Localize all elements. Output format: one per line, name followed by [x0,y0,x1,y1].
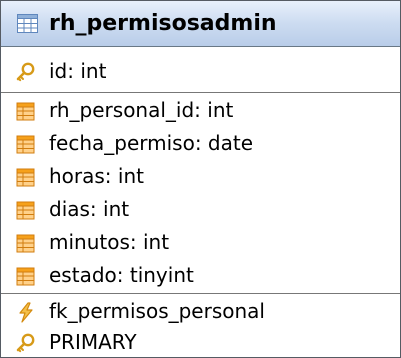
column-label: dias: int [49,197,130,221]
column-field-icon [15,101,37,122]
table-column-row[interactable]: dias: int [1,195,400,225]
column-label: minutos: int [49,230,170,254]
table-icon [17,14,38,33]
column-label: fecha_permiso: date [49,131,254,155]
table-column-row[interactable]: minutos: int [1,228,400,258]
database-table-card: rh_permisosadmin id: int rh_personal_id:… [0,0,401,358]
column-field-icon [15,233,37,254]
column-field-icon [15,200,37,221]
table-column-row[interactable]: rh_personal_id: int [1,96,400,126]
table-column-row[interactable]: horas: int [1,162,400,192]
column-field-icon [15,167,37,188]
primary-key-divider [1,92,400,93]
column-label: rh_personal_id: int [49,98,234,122]
key-icon [15,62,37,83]
foreign-key-index-label: fk_permisos_personal [49,299,265,323]
foreign-key-icon [15,302,37,323]
primary-key-column-label: id: int [49,59,107,83]
primary-index-label: PRIMARY [49,330,137,354]
column-label: horas: int [49,164,144,188]
indexes-divider [1,293,400,294]
table-column-row[interactable]: estado: tinyint [1,261,400,291]
column-field-icon [15,134,37,155]
column-label: estado: tinyint [49,263,194,287]
primary-key-column-row[interactable]: id: int [1,57,400,87]
table-header[interactable]: rh_permisosadmin [1,1,400,47]
foreign-key-index-row[interactable]: fk_permisos_personal [1,297,400,327]
table-name: rh_permisosadmin [49,11,277,36]
primary-key-icon [15,333,37,354]
table-column-row[interactable]: fecha_permiso: date [1,129,400,159]
column-field-icon [15,266,37,287]
primary-index-row[interactable]: PRIMARY [1,328,400,358]
